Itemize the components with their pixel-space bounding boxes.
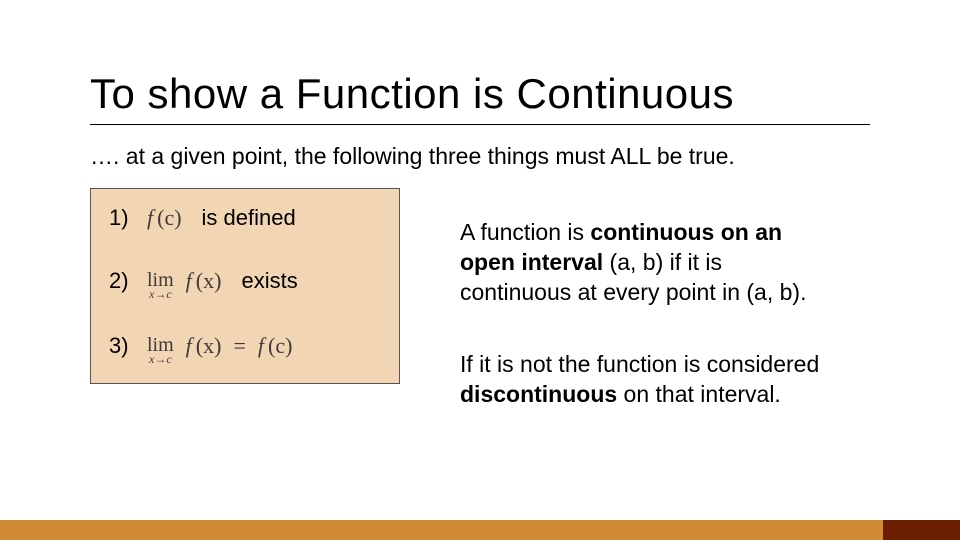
condition-number: 3) — [109, 333, 135, 359]
condition-1: 1) f(c) is defined — [109, 205, 381, 231]
title-underline — [90, 124, 870, 125]
math-fx: f(x) — [186, 333, 222, 359]
condition-3: 3) lim x→c f(x) = f(c) — [109, 332, 381, 361]
footer-bar — [0, 520, 960, 540]
slide-subtitle: …. at a given point, the following three… — [90, 143, 870, 170]
limit-icon: lim x→c — [147, 336, 174, 365]
paragraph-continuous: A function is continuous on an open inte… — [460, 218, 820, 308]
slide: To show a Function is Continuous …. at a… — [0, 0, 960, 540]
condition-number: 2) — [109, 268, 135, 294]
limit-icon: lim x→c — [147, 271, 174, 300]
slide-title: To show a Function is Continuous — [90, 70, 870, 118]
math-fc: f(c) — [258, 333, 293, 359]
conditions-box-wrapper: 1) f(c) is defined 2) lim x→c f(x) ex — [90, 188, 400, 384]
condition-number: 1) — [109, 205, 135, 231]
condition-text: is defined — [202, 205, 296, 231]
math-fc: f(c) — [147, 205, 182, 231]
condition-text: exists — [241, 268, 297, 294]
footer-bar-left — [0, 520, 883, 540]
content-area: 1) f(c) is defined 2) lim x→c f(x) ex — [90, 188, 870, 409]
explanation-text: A function is continuous on an open inte… — [460, 218, 820, 409]
footer-bar-right — [883, 520, 960, 540]
equals-sign: = — [233, 333, 245, 359]
math-fx: f(x) — [186, 268, 222, 294]
condition-2: 2) lim x→c f(x) exists — [109, 267, 381, 296]
paragraph-discontinuous: If it is not the function is considered … — [460, 350, 820, 410]
conditions-box: 1) f(c) is defined 2) lim x→c f(x) ex — [90, 188, 400, 384]
